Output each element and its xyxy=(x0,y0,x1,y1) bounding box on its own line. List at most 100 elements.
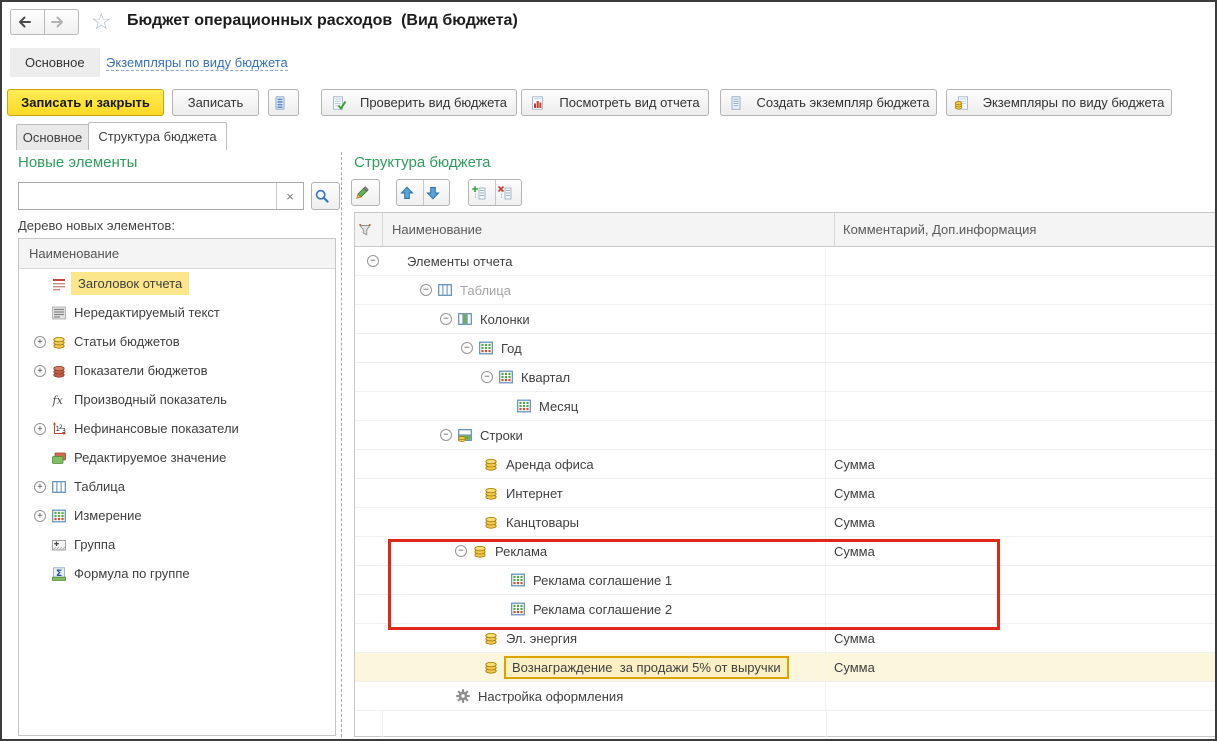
move-buttons-group xyxy=(396,179,450,206)
new-element-item[interactable]: Заголовок отчета xyxy=(19,269,335,298)
structure-row[interactable]: Канцтовары Сумма xyxy=(355,508,1215,537)
gear-icon xyxy=(455,688,471,704)
table-rows-coins-icon xyxy=(457,427,473,443)
document-check-icon xyxy=(331,95,347,111)
expander-minus-icon[interactable]: − xyxy=(420,284,432,296)
structure-row[interactable]: − Колонки xyxy=(355,305,1215,334)
structure-row[interactable]: Реклама соглашение 1 xyxy=(355,566,1215,595)
panel-splitter[interactable] xyxy=(341,152,342,737)
table-empty-area xyxy=(355,711,1215,738)
item-label: Показатели бюджетов xyxy=(74,363,208,378)
funnel-icon xyxy=(357,222,373,238)
name-column-header[interactable]: Наименование xyxy=(383,213,835,246)
coins-gold-icon xyxy=(483,630,499,646)
expander-plus-icon[interactable]: + xyxy=(34,335,46,348)
row-label: Интернет xyxy=(506,485,563,501)
new-element-item[interactable]: Σ Формула по группе xyxy=(19,559,335,588)
structure-row[interactable]: Месяц xyxy=(355,392,1215,421)
new-element-item[interactable]: + Статьи бюджетов xyxy=(19,327,335,356)
new-element-item[interactable]: Редактируемое значение xyxy=(19,443,335,472)
row-label: Реклама соглашение 2 xyxy=(533,601,673,617)
check-budget-button[interactable]: Проверить вид бюджета xyxy=(321,89,517,116)
search-input[interactable] xyxy=(19,183,276,209)
add-row-icon xyxy=(471,185,487,201)
sigma-icon: Σ xyxy=(51,566,67,582)
document-coins-icon xyxy=(954,95,970,111)
new-element-item[interactable]: +1 2 3 Нефинансовые показатели xyxy=(19,414,335,443)
item-label: Группа xyxy=(74,537,116,552)
delete-row-button[interactable] xyxy=(495,180,521,205)
tab-main[interactable]: Основное xyxy=(16,124,89,150)
expander-plus-icon[interactable]: + xyxy=(34,480,46,493)
structure-row[interactable]: Интернет Сумма xyxy=(355,479,1215,508)
forward-button[interactable] xyxy=(44,9,79,35)
comment-cell xyxy=(825,276,1215,304)
structure-row[interactable]: − Элементы отчета xyxy=(355,247,1215,276)
coins-gold-icon xyxy=(483,659,499,675)
item-label: Заголовок отчета xyxy=(71,272,190,295)
tree-header: Наименование xyxy=(19,239,335,269)
move-up-button[interactable] xyxy=(397,180,423,205)
structure-row[interactable]: Вознаграждение за продажи 5% от выручки С… xyxy=(355,653,1215,682)
expander-minus-icon[interactable]: − xyxy=(440,429,452,441)
new-elements-title: Новые элементы xyxy=(18,154,138,171)
structure-row[interactable]: Эл. энергия Сумма xyxy=(355,624,1215,653)
add-row-button[interactable] xyxy=(469,180,495,205)
save-and-close-button[interactable]: Записать и закрыть xyxy=(7,89,164,116)
create-instance-button[interactable]: Создать экземпляр бюджета xyxy=(720,89,937,116)
dimension-grid-icon xyxy=(478,340,494,356)
structure-row[interactable]: − Реклама Сумма xyxy=(355,537,1215,566)
search-button[interactable] xyxy=(311,182,340,210)
save-button[interactable]: Записать xyxy=(172,89,259,116)
expander-minus-icon[interactable]: − xyxy=(455,545,467,557)
row-label: Год xyxy=(501,340,522,356)
view-report-button[interactable]: Посмотреть вид отчета xyxy=(521,89,709,116)
tab-budget-structure[interactable]: Структура бюджета xyxy=(88,122,227,150)
row-label: Канцтовары xyxy=(506,514,580,530)
report-header-icon xyxy=(51,276,67,292)
new-element-item[interactable]: + Таблица xyxy=(19,472,335,501)
structure-row[interactable]: − Таблица xyxy=(355,276,1215,305)
edit-button[interactable] xyxy=(351,179,380,206)
new-element-item[interactable]: + Показатели бюджетов xyxy=(19,356,335,385)
comment-column-header[interactable]: Комментарий, Доп.информация xyxy=(835,213,1215,246)
favorite-star-icon[interactable]: ☆ xyxy=(91,8,112,34)
back-button[interactable] xyxy=(10,9,45,35)
more-actions-button[interactable] xyxy=(268,89,299,116)
expander-minus-icon[interactable]: − xyxy=(461,342,473,354)
new-element-item[interactable]: fx Производный показатель xyxy=(19,385,335,414)
tree-label: Дерево новых элементов: xyxy=(18,218,175,233)
comment-cell: Сумма xyxy=(825,450,1215,478)
structure-row[interactable]: Аренда офиса Сумма xyxy=(355,450,1215,479)
item-label: Нефинансовые показатели xyxy=(74,421,239,436)
coins-gold-icon xyxy=(483,456,499,472)
comment-cell xyxy=(825,421,1215,449)
structure-row[interactable]: Реклама соглашение 2 xyxy=(355,595,1215,624)
new-element-item[interactable]: Группа xyxy=(19,530,335,559)
dimension-grid-icon xyxy=(510,572,526,588)
filter-column-header[interactable] xyxy=(355,213,383,246)
item-label: Таблица xyxy=(74,479,125,494)
new-element-item[interactable]: + Измерение xyxy=(19,501,335,530)
instances-button[interactable]: Экземпляры по виду бюджета xyxy=(946,89,1172,116)
nav-link-instances[interactable]: Экземпляры по виду бюджета xyxy=(106,55,288,71)
history-nav-group xyxy=(10,9,79,35)
nav-tab-main[interactable]: Основное xyxy=(10,48,100,77)
structure-row[interactable]: Настройка оформления xyxy=(355,682,1215,711)
move-down-button[interactable] xyxy=(423,180,449,205)
expander-plus-icon[interactable]: + xyxy=(34,422,46,435)
structure-row[interactable]: − Строки xyxy=(355,421,1215,450)
expander-minus-icon[interactable]: − xyxy=(440,313,452,325)
expander-plus-icon[interactable]: + xyxy=(34,509,46,522)
table-columns-icon xyxy=(457,311,473,327)
expander-plus-icon[interactable]: + xyxy=(34,364,46,377)
expander-minus-icon[interactable]: − xyxy=(481,371,493,383)
row-label: Месяц xyxy=(539,398,579,414)
dimension-grid-icon xyxy=(498,369,514,385)
new-element-item[interactable]: Нередактируемый текст xyxy=(19,298,335,327)
structure-row[interactable]: − Квартал xyxy=(355,363,1215,392)
coins-gold-icon xyxy=(472,543,488,559)
expander-minus-icon[interactable]: − xyxy=(367,255,379,267)
clear-icon[interactable]: × xyxy=(276,183,303,209)
structure-row[interactable]: − Год xyxy=(355,334,1215,363)
